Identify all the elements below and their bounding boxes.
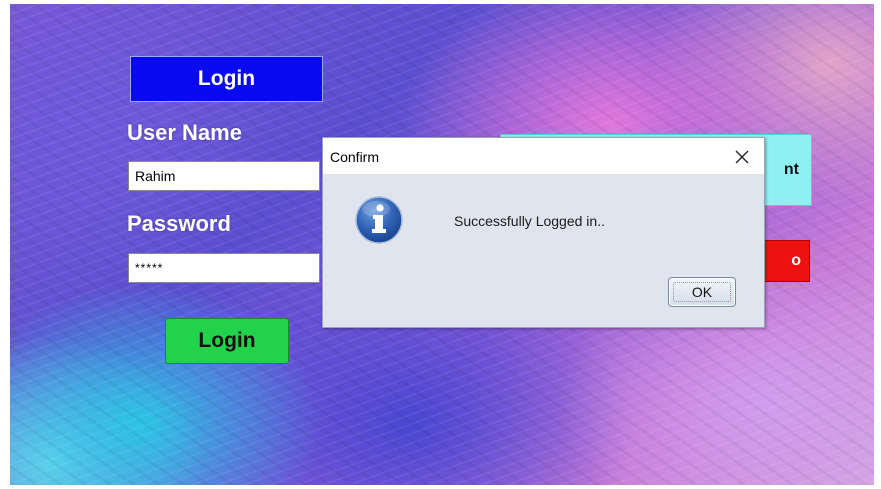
login-header-label: Login (197, 67, 256, 90)
login-header: Login (130, 56, 323, 102)
ok-button-label: OK (691, 284, 713, 300)
login-button[interactable]: Login (165, 318, 289, 364)
close-icon[interactable] (720, 138, 764, 175)
dialog-title: Confirm (330, 149, 380, 165)
ok-button[interactable]: OK (668, 277, 736, 307)
password-field[interactable]: ***** (128, 253, 320, 283)
dialog-titlebar[interactable]: Confirm (323, 138, 764, 175)
dialog-message: Successfully Logged in.. (454, 213, 605, 229)
confirm-dialog: Confirm Successfully Logged in.. OK (322, 137, 765, 328)
username-field[interactable]: Rahim (128, 161, 320, 191)
info-icon (354, 195, 404, 245)
username-label: User Name (127, 120, 242, 145)
password-label: Password (127, 211, 231, 236)
